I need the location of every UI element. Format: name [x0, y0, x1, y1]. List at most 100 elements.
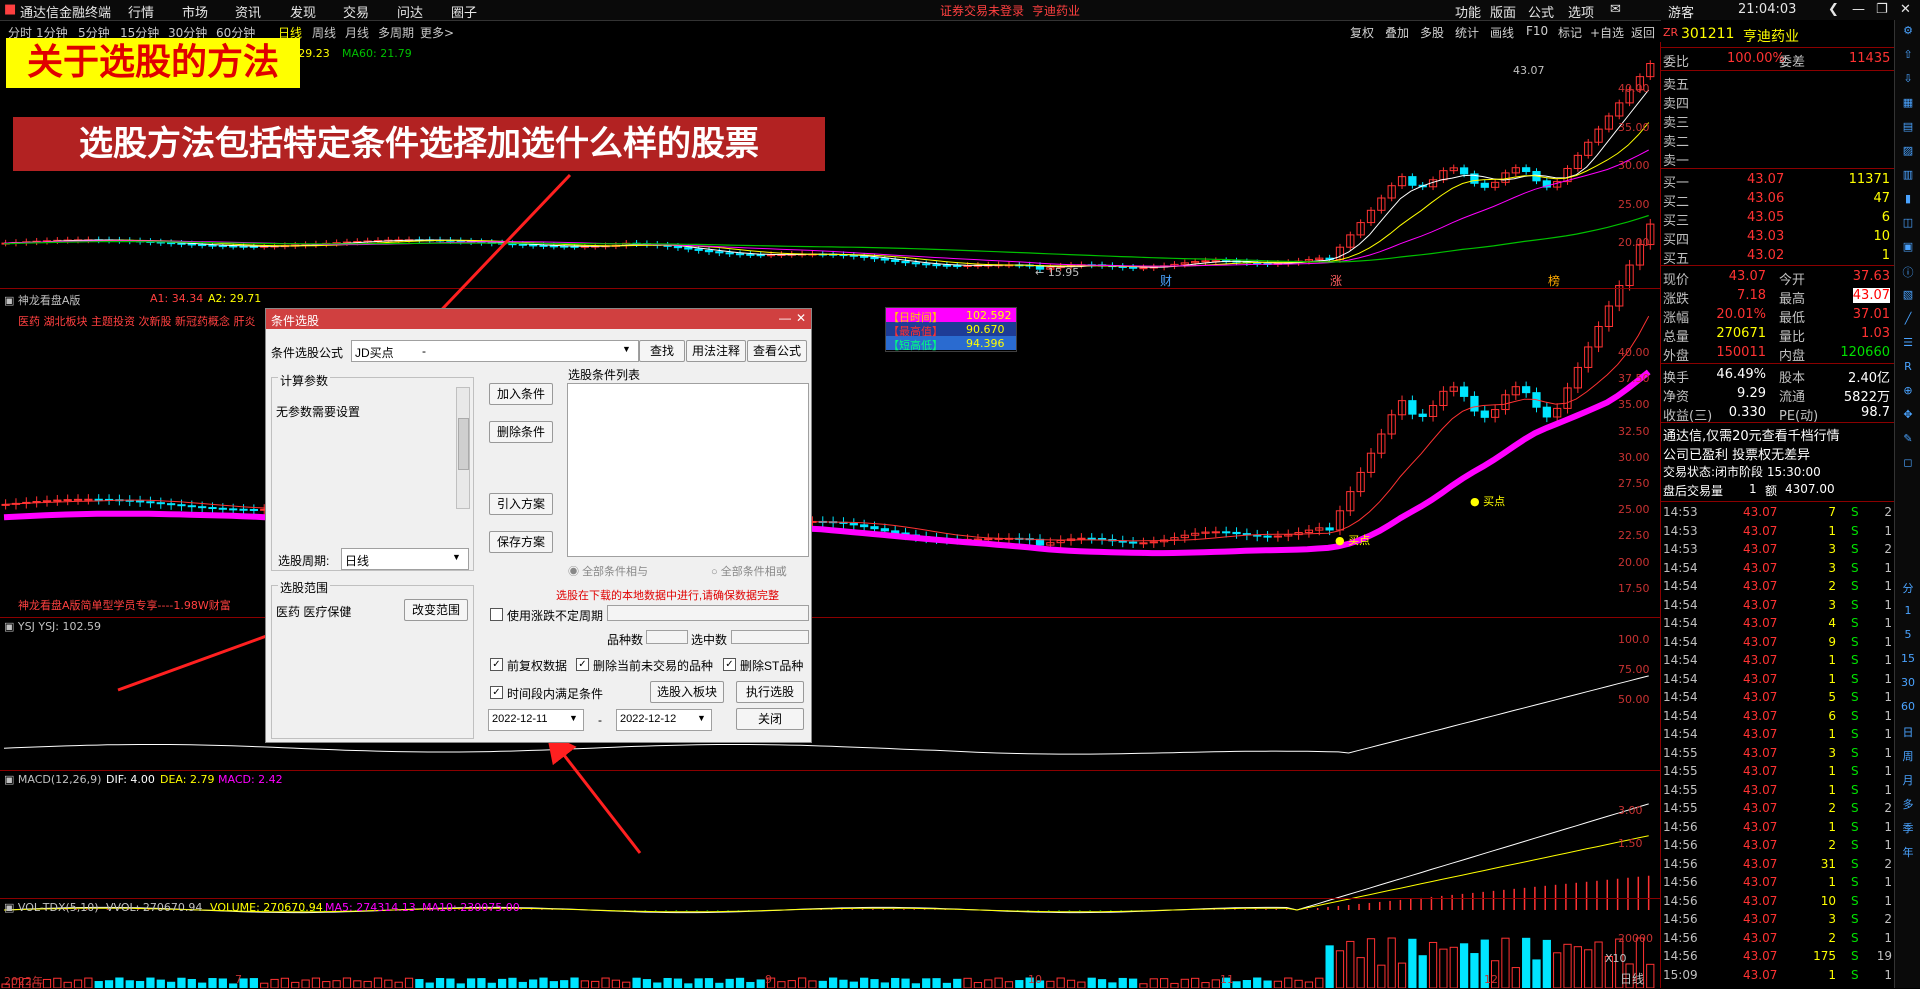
minimize-icon[interactable]: —: [1852, 2, 1865, 17]
time-range-checkbox[interactable]: ✓: [490, 686, 503, 699]
main-candle[interactable]: [953, 265, 962, 268]
table-icon[interactable]: ▤: [1900, 120, 1916, 133]
box-icon[interactable]: ◻: [1900, 456, 1916, 469]
sell-row[interactable]: 卖五: [1661, 73, 1894, 93]
dragon-candle[interactable]: [1128, 541, 1138, 544]
buy-row[interactable]: 买二 43.06 47: [1661, 190, 1894, 210]
tool-diejia[interactable]: 叠加: [1385, 24, 1409, 41]
dragon-candle[interactable]: [218, 507, 227, 510]
dragon-candle[interactable]: [94, 498, 103, 501]
compare-icon[interactable]: ◫: [1900, 216, 1916, 229]
buy-row[interactable]: 买三 43.05 6: [1661, 209, 1894, 229]
user-label[interactable]: 游客: [1668, 2, 1694, 21]
radio-or[interactable]: ○ 全部条件相或: [711, 563, 787, 579]
main-candle[interactable]: [704, 249, 714, 253]
dragon-candle[interactable]: [63, 499, 72, 502]
main-candle[interactable]: [932, 264, 941, 267]
main-candle[interactable]: [167, 242, 176, 245]
menu-jiaoyi[interactable]: 交易: [343, 2, 369, 21]
formula-select[interactable]: JD买点 - ▼: [351, 340, 639, 362]
grid-icon[interactable]: ▦: [1900, 96, 1916, 109]
tool-add-favorite[interactable]: +自选: [1590, 24, 1624, 41]
main-candle[interactable]: [673, 245, 683, 249]
dragon-candle[interactable]: [1273, 535, 1283, 538]
dragon-candle[interactable]: [984, 538, 993, 541]
sell-row[interactable]: 卖一: [1661, 149, 1894, 169]
params-scrollbar[interactable]: [456, 387, 470, 509]
window-icon[interactable]: ▣: [1900, 240, 1916, 253]
dragon-candle[interactable]: [1480, 410, 1489, 418]
vol-title[interactable]: ▣ VOL-TDX(5,10): [4, 901, 99, 914]
main-candle[interactable]: [539, 244, 548, 247]
main-candle[interactable]: [1522, 167, 1531, 173]
period-shortcut[interactable]: 60: [1900, 700, 1916, 713]
main-candle[interactable]: [518, 243, 527, 246]
menu-xuanxiang[interactable]: 选项: [1568, 2, 1594, 21]
tool-biaoji[interactable]: 标记: [1558, 24, 1582, 41]
period-shortcut[interactable]: 周: [1900, 748, 1916, 764]
dragon-candle[interactable]: [187, 505, 196, 508]
buy-row[interactable]: 买四 43.03 10: [1661, 228, 1894, 248]
buy-row[interactable]: 买五 43.02 1: [1661, 247, 1894, 267]
tool-back[interactable]: 返回: [1631, 24, 1655, 41]
main-candle[interactable]: [735, 253, 745, 256]
move-icon[interactable]: ✥: [1900, 408, 1916, 421]
dragon-candle[interactable]: [73, 498, 83, 501]
main-candle[interactable]: [1201, 260, 1210, 263]
zoom-icon[interactable]: ⊕: [1900, 384, 1916, 397]
dragon-candle[interactable]: [42, 500, 52, 503]
main-candle[interactable]: [891, 259, 900, 262]
calc-icon[interactable]: ▧: [1900, 288, 1916, 301]
dialog-close-icon[interactable]: ✕: [796, 311, 806, 325]
main-candle[interactable]: [1459, 167, 1469, 175]
dragon-candle[interactable]: [849, 522, 858, 526]
period-shortcut[interactable]: 年: [1900, 844, 1916, 860]
main-candle[interactable]: [746, 253, 755, 256]
period-monthly[interactable]: 月线: [345, 24, 369, 41]
dragon-candle[interactable]: [880, 528, 889, 532]
info-icon[interactable]: ⓘ: [1900, 264, 1916, 280]
line-icon[interactable]: ╱: [1900, 312, 1916, 325]
sell-row[interactable]: 卖二: [1661, 130, 1894, 150]
list-icon[interactable]: ☰: [1900, 336, 1916, 349]
start-date-picker[interactable]: 2022-12-11 ▼: [488, 709, 584, 731]
menu-wenda[interactable]: 问达: [397, 2, 423, 21]
main-candle[interactable]: [1480, 182, 1489, 188]
dragon-candle[interactable]: [1222, 531, 1231, 534]
menu-banmian[interactable]: 版面: [1490, 2, 1516, 21]
rank-marker[interactable]: 榜: [1548, 272, 1560, 289]
kline-chart-area[interactable]: [0, 42, 1660, 988]
macd-title[interactable]: ▣ MACD(12,26,9): [4, 773, 101, 786]
main-candle[interactable]: [208, 244, 217, 247]
main-candle[interactable]: [218, 245, 227, 248]
settings-icon[interactable]: ⚙: [1900, 24, 1916, 37]
dragon-candle[interactable]: [198, 506, 207, 509]
dragon-candle[interactable]: [1408, 400, 1417, 415]
main-candle[interactable]: [901, 260, 910, 264]
dragon-candle[interactable]: [167, 503, 176, 506]
find-button[interactable]: 查找: [639, 340, 685, 362]
fq-checkbox[interactable]: ✓: [490, 658, 503, 671]
period-shortcut[interactable]: 月: [1900, 772, 1916, 788]
dragon-candle[interactable]: [177, 504, 186, 507]
dragon-candle[interactable]: [146, 501, 155, 504]
dragon-candle[interactable]: [870, 526, 879, 530]
main-candle[interactable]: [880, 258, 889, 261]
dragon-candle[interactable]: [973, 538, 983, 541]
tool-tongji[interactable]: 统计: [1455, 24, 1479, 41]
main-candle[interactable]: [860, 255, 869, 258]
chevron-down-icon[interactable]: ▼: [622, 344, 631, 354]
arrow-up-icon[interactable]: ⇧: [1900, 48, 1916, 61]
period-input[interactable]: [607, 605, 809, 621]
dragon-candle[interactable]: [208, 507, 217, 510]
dragon-candle[interactable]: [891, 530, 900, 534]
main-candle[interactable]: [187, 243, 196, 246]
dragon-candle[interactable]: [1470, 395, 1479, 412]
main-candle[interactable]: [529, 244, 538, 247]
dragon-candle[interactable]: [229, 508, 238, 511]
main-candle[interactable]: [870, 256, 879, 260]
period-more[interactable]: 更多>: [420, 24, 454, 41]
tool-f10[interactable]: F10: [1526, 24, 1548, 38]
dragon-indicator-name[interactable]: ▣ 神龙看盘A版: [4, 292, 80, 308]
main-candle[interactable]: [715, 251, 724, 254]
